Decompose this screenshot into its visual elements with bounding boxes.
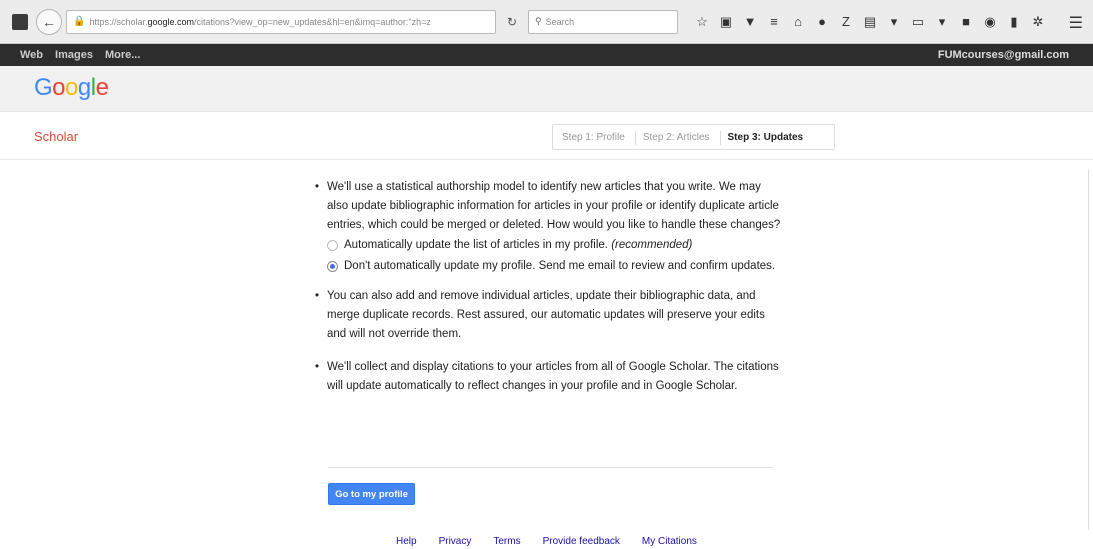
account-email[interactable]: FUMcourses@gmail.com bbox=[938, 49, 1069, 61]
go-to-profile-button[interactable]: Go to my profile bbox=[328, 483, 415, 505]
star-icon[interactable]: ☆ bbox=[694, 14, 710, 30]
footer-link-feedback[interactable]: Provide feedback bbox=[543, 536, 620, 547]
step-articles[interactable]: Step 2: Articles bbox=[634, 125, 721, 149]
setup-steps: Step 1: Profile Step 2: Articles Step 3:… bbox=[552, 124, 835, 150]
reload-icon[interactable]: ↻ bbox=[504, 15, 520, 29]
footer-link-my-citations[interactable]: My Citations bbox=[642, 536, 697, 547]
url-prefix: https://scholar. bbox=[89, 16, 148, 27]
browser-search-input[interactable]: ⚲ Search bbox=[528, 9, 678, 34]
clipboard-icon[interactable]: ▣ bbox=[718, 14, 734, 30]
bullet-citations: • We'll collect and display citations to… bbox=[313, 358, 783, 396]
extension-icon[interactable]: ✲ bbox=[1030, 14, 1046, 30]
step-profile[interactable]: Step 1: Profile bbox=[553, 125, 636, 149]
option-email-review-label: Don't automatically update my profile. S… bbox=[344, 260, 776, 272]
logo-letter: o bbox=[52, 74, 66, 101]
logo-letter: g bbox=[77, 74, 91, 101]
bullet-edit-articles: • You can also add and remove individual… bbox=[313, 287, 783, 344]
record-icon[interactable]: ◉ bbox=[982, 14, 998, 30]
logo-letter: e bbox=[95, 74, 109, 101]
bullet-citations-text: We'll collect and display citations to y… bbox=[327, 361, 779, 392]
home-icon[interactable]: ⌂ bbox=[790, 14, 806, 30]
google-top-bar: Web Images More... FUMcourses@gmail.com bbox=[0, 44, 1093, 66]
folder-icon[interactable]: ▭ bbox=[910, 14, 926, 30]
scholar-label[interactable]: Scholar bbox=[34, 129, 78, 144]
gbar-link-images[interactable]: Images bbox=[55, 49, 93, 61]
bullet-dot: • bbox=[315, 181, 320, 193]
option-auto-update-label: Automatically update the list of article… bbox=[344, 239, 693, 251]
footer-link-terms[interactable]: Terms bbox=[493, 536, 520, 547]
scrollbar[interactable] bbox=[1088, 170, 1089, 530]
back-arrow-icon: ← bbox=[42, 13, 56, 30]
bullet-edit-articles-text: You can also add and remove individual a… bbox=[327, 290, 765, 340]
logo-letter: G bbox=[34, 74, 53, 101]
browser-toolbar: ← 🔒 https://scholar. google.com/citations… bbox=[0, 0, 1093, 44]
square-icon[interactable]: ■ bbox=[958, 14, 974, 30]
google-logo[interactable]: Google bbox=[34, 74, 109, 102]
search-placeholder: Search bbox=[545, 16, 575, 27]
footer-links: Help Privacy Terms Provide feedback My C… bbox=[396, 536, 697, 547]
option-email-review[interactable]: Don't automatically update my profile. S… bbox=[327, 260, 783, 273]
scholar-subheader: Scholar Step 1: Profile Step 2: Articles… bbox=[0, 112, 1093, 160]
bookmark-icon[interactable]: ▮ bbox=[1006, 14, 1022, 30]
recommended-note: (recommended) bbox=[611, 239, 693, 251]
radio-email-review[interactable] bbox=[327, 261, 338, 272]
toolbar-icons: ☆ ▣ ▼ ≡ ⌂ ● Z ▤ ▾ ▭ ▾ ■ ◉ ▮ ✲ bbox=[694, 14, 1046, 30]
bullet-authorship: • We'll use a statistical authorship mod… bbox=[313, 178, 783, 235]
dropdown-icon[interactable]: ▾ bbox=[934, 14, 950, 30]
back-button[interactable]: ← bbox=[36, 8, 62, 35]
search-icon: ⚲ bbox=[535, 16, 542, 26]
update-options: Automatically update the list of article… bbox=[327, 239, 783, 273]
dropdown-icon[interactable]: ▾ bbox=[886, 14, 902, 30]
browser-menu-icon[interactable] bbox=[12, 13, 28, 30]
zotero-icon[interactable]: Z bbox=[838, 14, 854, 30]
logo-letter: o bbox=[65, 74, 78, 101]
hamburger-menu-icon[interactable]: ☰ bbox=[1069, 13, 1083, 33]
gbar-link-more[interactable]: More... bbox=[105, 49, 140, 61]
option-auto-update[interactable]: Automatically update the list of article… bbox=[327, 239, 783, 252]
chat-icon[interactable]: ● bbox=[814, 14, 830, 30]
url-host: google.com bbox=[147, 16, 195, 27]
bullet-authorship-text: We'll use a statistical authorship model… bbox=[327, 181, 781, 231]
content-divider bbox=[328, 467, 773, 468]
lock-icon: 🔒 bbox=[73, 16, 86, 27]
step-updates: Step 3: Updates bbox=[727, 131, 804, 143]
gbar-link-web[interactable]: Web bbox=[20, 49, 43, 61]
bullet-dot: • bbox=[315, 290, 320, 302]
radio-auto-update[interactable] bbox=[327, 240, 338, 251]
url-path: /citations?view_op=new_updates&hl=en&imq… bbox=[194, 16, 431, 27]
library-icon[interactable]: ≡ bbox=[766, 14, 782, 30]
bullet-dot: • bbox=[315, 361, 320, 373]
address-bar[interactable]: 🔒 https://scholar. google.com/citations?v… bbox=[66, 9, 496, 34]
reader-icon[interactable]: ▤ bbox=[862, 14, 878, 30]
footer-link-privacy[interactable]: Privacy bbox=[439, 536, 472, 547]
pocket-icon[interactable]: ▼ bbox=[742, 14, 758, 30]
updates-content: • We'll use a statistical authorship mod… bbox=[313, 178, 783, 396]
footer-link-help[interactable]: Help bbox=[396, 536, 417, 547]
page-header: Google bbox=[0, 66, 1093, 112]
